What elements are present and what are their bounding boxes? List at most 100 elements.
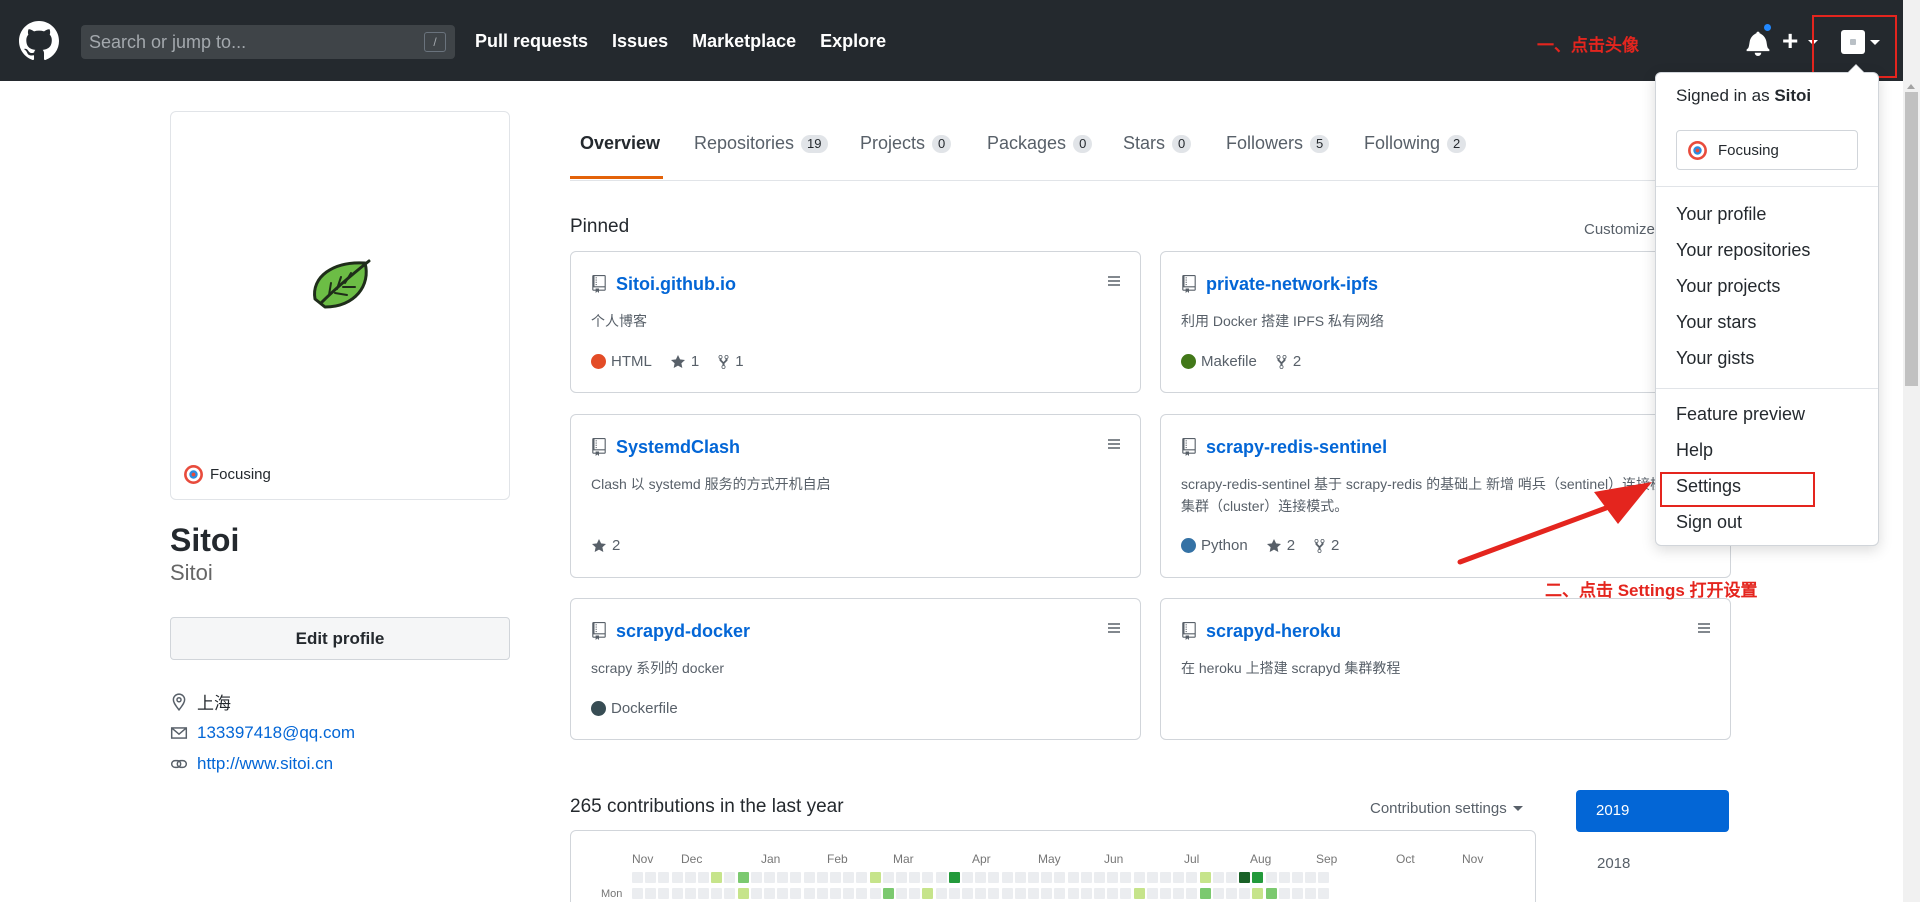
- contribution-day-cell[interactable]: [1146, 872, 1158, 883]
- contribution-day-cell[interactable]: [909, 872, 921, 883]
- year-2018-link[interactable]: 2018: [1597, 855, 1630, 872]
- contribution-day-cell[interactable]: [1305, 872, 1317, 883]
- tab-overview[interactable]: Overview: [580, 133, 660, 154]
- contribution-day-cell[interactable]: [935, 872, 947, 883]
- contribution-day-cell[interactable]: [1239, 872, 1251, 883]
- nav-pull-requests[interactable]: Pull requests: [475, 27, 588, 55]
- contribution-day-cell[interactable]: [869, 888, 881, 899]
- repo-name-link[interactable]: scrapyd-docker: [616, 621, 750, 642]
- contribution-day-cell[interactable]: [1318, 872, 1330, 883]
- contribution-day-cell[interactable]: [1080, 888, 1092, 899]
- repo-name-link[interactable]: private-network-ipfs: [1206, 274, 1378, 295]
- contribution-day-cell[interactable]: [671, 888, 683, 899]
- contribution-day-cell[interactable]: [988, 888, 1000, 899]
- contribution-day-cell[interactable]: [896, 888, 907, 899]
- contribution-day-cell[interactable]: [803, 872, 815, 883]
- contribution-day-cell[interactable]: [1001, 888, 1013, 899]
- contribution-day-cell[interactable]: [645, 888, 657, 899]
- repo-name-link[interactable]: scrapyd-heroku: [1206, 621, 1341, 642]
- user-status[interactable]: Focusing: [183, 464, 271, 485]
- contribution-day-cell[interactable]: [684, 888, 696, 899]
- nav-explore[interactable]: Explore: [820, 27, 886, 55]
- customize-pins-link[interactable]: Customize: [1584, 221, 1655, 238]
- contribution-day-cell[interactable]: [1252, 872, 1264, 883]
- contribution-day-cell[interactable]: [830, 872, 841, 883]
- contribution-day-cell[interactable]: [988, 872, 1000, 883]
- contribution-day-cell[interactable]: [724, 888, 736, 899]
- contribution-day-cell[interactable]: [922, 872, 934, 883]
- contribution-day-cell[interactable]: [724, 872, 736, 883]
- contribution-day-cell[interactable]: [948, 872, 960, 883]
- tab-projects[interactable]: Projects 0: [860, 133, 952, 154]
- contribution-day-cell[interactable]: [1173, 888, 1185, 899]
- menu-help[interactable]: Help: [1676, 440, 1713, 461]
- contribution-day-cell[interactable]: [1173, 872, 1185, 883]
- contribution-day-cell[interactable]: [658, 888, 670, 899]
- contribution-day-cell[interactable]: [1265, 872, 1277, 883]
- contribution-day-cell[interactable]: [1278, 872, 1290, 883]
- contribution-day-cell[interactable]: [790, 888, 802, 899]
- contribution-day-cell[interactable]: [803, 888, 815, 899]
- contribution-day-cell[interactable]: [1226, 888, 1237, 899]
- search-box[interactable]: /: [81, 25, 455, 59]
- contribution-day-cell[interactable]: [698, 888, 709, 899]
- drag-handle-icon[interactable]: [1108, 275, 1120, 287]
- menu-your-profile[interactable]: Your profile: [1676, 204, 1766, 225]
- scroll-up-arrow-icon[interactable]: [1907, 84, 1915, 89]
- contribution-day-cell[interactable]: [1226, 872, 1237, 883]
- contribution-day-cell[interactable]: [698, 872, 709, 883]
- contribution-day-cell[interactable]: [922, 888, 934, 899]
- tab-packages[interactable]: Packages 0: [987, 133, 1093, 154]
- contribution-day-cell[interactable]: [632, 872, 643, 883]
- contribution-day-cell[interactable]: [856, 872, 868, 883]
- contribution-day-cell[interactable]: [1199, 872, 1211, 883]
- contribution-day-cell[interactable]: [975, 888, 987, 899]
- tab-followers[interactable]: Followers 5: [1226, 133, 1330, 154]
- contribution-day-cell[interactable]: [896, 872, 907, 883]
- contribution-day-cell[interactable]: [764, 888, 775, 899]
- contribution-day-cell[interactable]: [671, 872, 683, 883]
- contribution-day-cell[interactable]: [962, 888, 973, 899]
- contribution-day-cell[interactable]: [777, 872, 789, 883]
- contribution-day-cell[interactable]: [1120, 888, 1132, 899]
- contribution-day-cell[interactable]: [1212, 888, 1224, 899]
- contribution-day-cell[interactable]: [1094, 872, 1105, 883]
- contribution-day-cell[interactable]: [1186, 872, 1198, 883]
- contribution-day-cell[interactable]: [1199, 888, 1211, 899]
- menu-your-repositories[interactable]: Your repositories: [1676, 240, 1810, 261]
- contribution-day-cell[interactable]: [1014, 872, 1026, 883]
- contribution-day-cell[interactable]: [830, 888, 841, 899]
- contribution-day-cell[interactable]: [790, 872, 802, 883]
- repo-forks[interactable]: 2: [1313, 537, 1339, 554]
- email-link[interactable]: 133397418@qq.com: [197, 723, 355, 743]
- notification-bell-icon[interactable]: [1746, 30, 1770, 56]
- contribution-day-cell[interactable]: [658, 872, 670, 883]
- contribution-day-cell[interactable]: [1265, 888, 1277, 899]
- drag-handle-icon[interactable]: [1108, 438, 1120, 450]
- repo-forks[interactable]: 1: [717, 353, 744, 370]
- contribution-day-cell[interactable]: [1120, 872, 1132, 883]
- contribution-day-cell[interactable]: [1107, 888, 1119, 899]
- contribution-day-cell[interactable]: [1054, 872, 1066, 883]
- menu-sign-out[interactable]: Sign out: [1676, 512, 1742, 533]
- menu-your-stars[interactable]: Your stars: [1676, 312, 1756, 333]
- contribution-day-cell[interactable]: [843, 888, 855, 899]
- contribution-day-cell[interactable]: [1028, 872, 1039, 883]
- contribution-day-cell[interactable]: [1186, 888, 1198, 899]
- contribution-day-cell[interactable]: [777, 888, 789, 899]
- menu-your-projects[interactable]: Your projects: [1676, 276, 1780, 297]
- contribution-settings-dropdown[interactable]: Contribution settings: [1370, 800, 1523, 817]
- contribution-day-cell[interactable]: [632, 888, 643, 899]
- contribution-day-cell[interactable]: [816, 872, 828, 883]
- contribution-day-cell[interactable]: [737, 888, 749, 899]
- contribution-day-cell[interactable]: [1146, 888, 1158, 899]
- create-new-icon[interactable]: +: [1782, 24, 1798, 58]
- contribution-day-cell[interactable]: [1067, 872, 1079, 883]
- profile-avatar-card[interactable]: Focusing: [170, 111, 510, 500]
- contribution-day-cell[interactable]: [1252, 888, 1264, 899]
- repo-stars[interactable]: 1: [670, 353, 699, 370]
- repo-forks[interactable]: 2: [1275, 353, 1301, 370]
- nav-issues[interactable]: Issues: [612, 27, 668, 55]
- contribution-day-cell[interactable]: [1292, 888, 1303, 899]
- contribution-day-cell[interactable]: [1080, 872, 1092, 883]
